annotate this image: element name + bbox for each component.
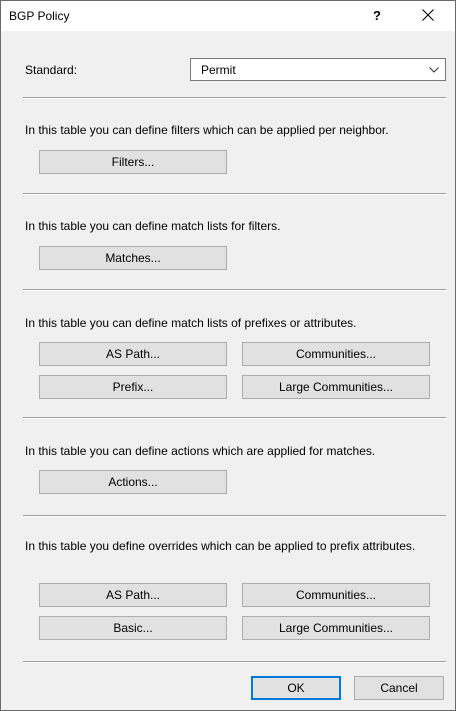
divider: [23, 289, 446, 291]
window-title: BGP Policy: [9, 9, 70, 23]
actions-description: In this table you can define actions whi…: [25, 444, 376, 458]
ok-button[interactable]: OK: [251, 676, 341, 700]
chevron-down-icon: [429, 67, 439, 73]
divider: [23, 661, 446, 663]
standard-select[interactable]: Permit: [190, 58, 446, 81]
divider: [23, 193, 446, 195]
match-lists-description: In this table you can define match lists…: [25, 316, 357, 330]
override-communities-button[interactable]: Communities...: [242, 583, 430, 607]
match-large-communities-button[interactable]: Large Communities...: [242, 375, 430, 399]
title-bar[interactable]: BGP Policy ?: [1, 1, 455, 31]
filters-description: In this table you can define filters whi…: [25, 123, 389, 137]
standard-label: Standard:: [25, 63, 78, 77]
actions-button[interactable]: Actions...: [39, 470, 227, 494]
matches-button[interactable]: Matches...: [39, 246, 227, 270]
divider: [23, 515, 446, 517]
bgp-policy-dialog: BGP Policy ? Standard: Permit In this ta…: [0, 0, 456, 711]
divider: [23, 417, 446, 419]
cancel-button[interactable]: Cancel: [354, 676, 444, 700]
overrides-description: In this table you define overrides which…: [25, 539, 416, 553]
override-large-communities-button[interactable]: Large Communities...: [242, 616, 430, 640]
match-as-path-button[interactable]: AS Path...: [39, 342, 227, 366]
standard-select-value: Permit: [201, 63, 236, 77]
match-communities-button[interactable]: Communities...: [242, 342, 430, 366]
override-as-path-button[interactable]: AS Path...: [39, 583, 227, 607]
matches-description: In this table you can define match lists…: [25, 219, 281, 233]
override-basic-button[interactable]: Basic...: [39, 616, 227, 640]
close-button[interactable]: [411, 3, 445, 29]
divider: [23, 97, 446, 99]
match-prefix-button[interactable]: Prefix...: [39, 375, 227, 399]
close-icon: [422, 9, 434, 21]
help-button[interactable]: ?: [363, 5, 391, 27]
filters-button[interactable]: Filters...: [39, 150, 227, 174]
